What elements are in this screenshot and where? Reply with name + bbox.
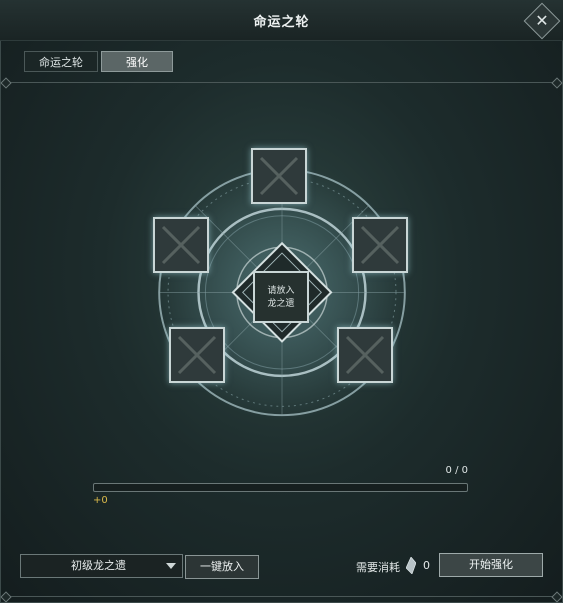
slot-lower-left[interactable] xyxy=(169,327,225,383)
slot-lower-right[interactable] xyxy=(337,327,393,383)
empty-slot-icon xyxy=(259,156,299,196)
start-enhance-button[interactable]: 开始强化 xyxy=(439,553,543,577)
material-select-value: 初级龙之遗 xyxy=(71,559,126,572)
material-select[interactable]: 初级龙之遗 xyxy=(20,554,183,578)
cost-label: 需要消耗 xyxy=(356,561,400,574)
bottom-divider xyxy=(4,596,559,597)
gem-icon xyxy=(406,557,416,574)
empty-slot-icon xyxy=(177,335,217,375)
center-slot-line1: 请放入 xyxy=(267,286,295,296)
close-icon: ✕ xyxy=(535,11,549,30)
progress-count: 0 / 0 xyxy=(445,465,468,476)
close-button[interactable]: ✕ xyxy=(523,2,561,40)
tab-wheel-of-fate[interactable]: 命运之轮 xyxy=(24,51,98,72)
center-slot-line2: 龙之遗 xyxy=(267,299,295,309)
cost-value: 0 xyxy=(423,559,430,572)
progress-bar xyxy=(93,483,468,492)
window-title: 命运之轮 xyxy=(253,15,310,30)
tab-enhance[interactable]: 强化 xyxy=(101,51,173,72)
top-divider xyxy=(4,82,559,83)
slot-top[interactable] xyxy=(251,148,307,204)
chevron-down-icon xyxy=(166,563,176,569)
bonus-value: +0 xyxy=(93,495,108,506)
empty-slot-icon xyxy=(161,225,201,265)
title-bar: 命运之轮 ✕ xyxy=(0,0,563,41)
slot-upper-left[interactable] xyxy=(153,217,209,273)
center-slot[interactable]: 请放入 龙之遗 xyxy=(253,271,309,323)
auto-put-button[interactable]: 一键放入 xyxy=(185,555,259,579)
slot-upper-right[interactable] xyxy=(352,217,408,273)
empty-slot-icon xyxy=(345,335,385,375)
empty-slot-icon xyxy=(360,225,400,265)
